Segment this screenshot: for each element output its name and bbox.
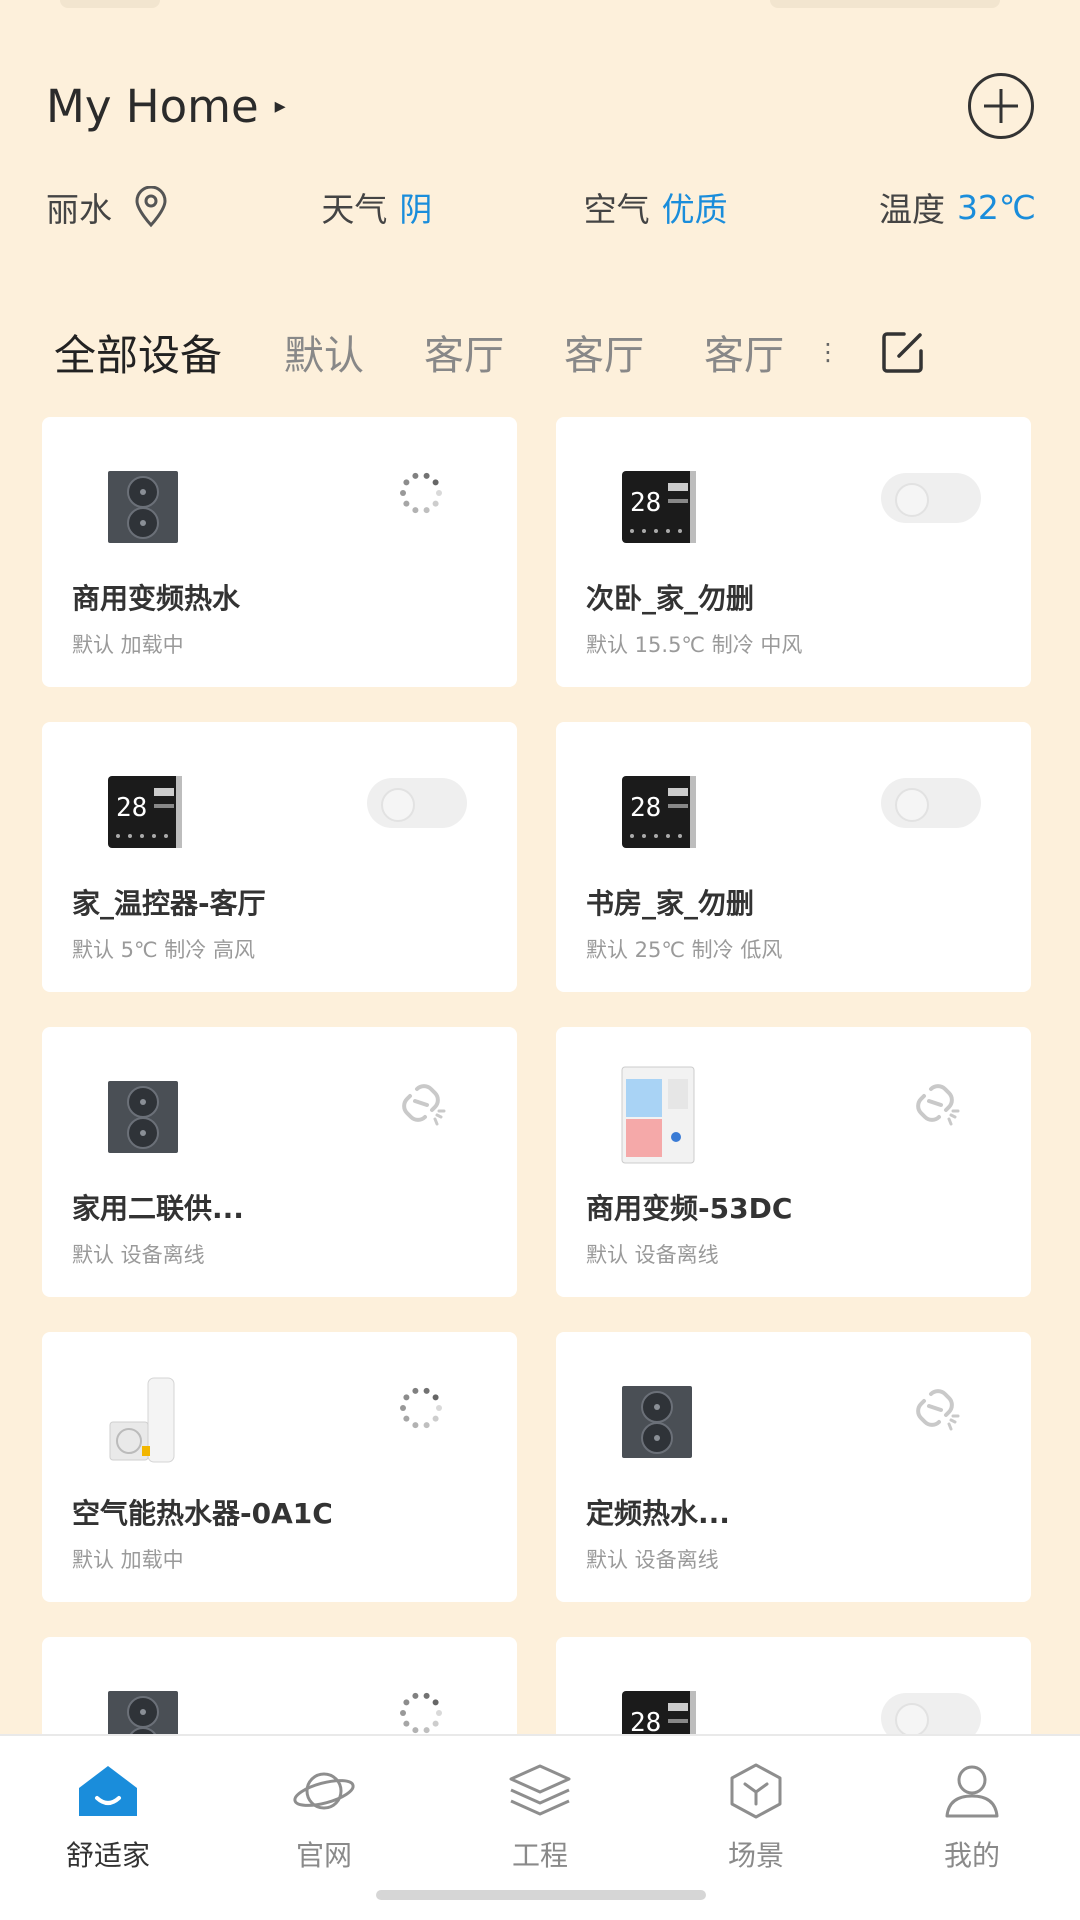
heat-pump-icon (108, 471, 178, 543)
device-name: 商用变频-53DC (586, 1192, 793, 1225)
home-indicator (376, 1890, 706, 1900)
device-card[interactable]: 家用二联供... 默认 设备离线 (42, 1027, 517, 1297)
loading-spinner-icon (400, 1387, 442, 1429)
device-image (104, 1376, 184, 1463)
device-status-text: 默认 加载中 (72, 633, 184, 657)
status-bar-hint (60, 0, 160, 8)
tab-living-room[interactable]: 客厅 (564, 323, 644, 381)
user-icon (939, 1762, 1005, 1820)
device-name: 次卧_家_勿删 (586, 582, 755, 615)
broken-link-icon (402, 1084, 446, 1126)
svg-text:28: 28 (630, 793, 661, 823)
device-image: 28 (618, 467, 698, 547)
home-selector[interactable]: My Home ▸ (46, 80, 286, 133)
layers-icon (507, 1762, 573, 1820)
heat-pump-icon (622, 1386, 692, 1458)
device-status-text: 默认 设备离线 (586, 1548, 719, 1572)
device-status-text: 默认 加载中 (72, 1548, 184, 1572)
caret-right-icon: ▸ (274, 93, 286, 119)
city-label: 丽水 (46, 190, 112, 229)
device-status-text: 默认 设备离线 (586, 1243, 719, 1267)
device-image: 28 (618, 772, 698, 852)
tab-all-devices[interactable]: 全部设备 (54, 322, 222, 383)
thermostat-icon: 28 (108, 776, 182, 848)
temperature-label: 温度 (878, 190, 945, 229)
device-card[interactable]: 28 家_温控器-客厅默认 5℃ 制冷 高风 (42, 722, 517, 992)
device-name: 家用二联供... (72, 1192, 244, 1225)
nav-label: 舒适家 (65, 1839, 150, 1872)
nav-label: 场景 (727, 1839, 784, 1872)
cabinet-unit-icon (621, 1066, 695, 1164)
nav-label: 官网 (295, 1839, 352, 1872)
weather-info: 天气 阴 (321, 183, 432, 231)
location[interactable]: 丽水 (46, 183, 170, 231)
tab-default[interactable]: 默认 (284, 323, 364, 381)
device-name: 商用变频热水 (72, 582, 241, 615)
planet-icon (291, 1762, 357, 1820)
power-toggle[interactable] (367, 778, 467, 828)
location-pin-icon (135, 186, 167, 228)
tab-living-room[interactable]: 客厅 (704, 323, 784, 381)
device-name: 空气能热水器-0A1C (72, 1497, 333, 1530)
loading-spinner-icon (400, 1692, 442, 1734)
svg-text:28: 28 (630, 488, 661, 518)
cube-icon (723, 1762, 789, 1820)
nav-label: 我的 (943, 1839, 1000, 1872)
heat-pump-icon (108, 1081, 178, 1153)
svg-text:28: 28 (116, 793, 147, 823)
device-card[interactable]: 28 次卧_家_勿删默认 15.5℃ 制冷 中风 (556, 417, 1031, 687)
power-toggle[interactable] (881, 778, 981, 828)
device-card[interactable]: 空气能热水器-0A1C 默认 加载中 (42, 1332, 517, 1602)
weather-label: 天气 (321, 190, 388, 229)
edit-icon[interactable] (880, 329, 926, 375)
thermostat-icon: 28 (622, 776, 696, 848)
add-device-button[interactable] (968, 73, 1034, 139)
broken-link-icon (916, 1389, 960, 1431)
loading-spinner-icon (400, 472, 442, 514)
device-card[interactable]: 商用变频-53DC 默认 设备离线 (556, 1027, 1031, 1297)
device-status-text: 默认 5℃ 制冷 高风 (72, 938, 255, 962)
home-icon (75, 1762, 141, 1820)
air-value: 优质 (661, 190, 728, 229)
device-image: 28 (104, 772, 184, 852)
temperature-info: 温度 32℃ (879, 183, 1036, 231)
nav-item-home[interactable]: 舒适家 (28, 1762, 188, 1920)
device-card[interactable]: 定频热水... 默认 设备离线 (556, 1332, 1031, 1602)
device-image (104, 1077, 184, 1157)
home-screen: My Home ▸ 丽水 天气 阴 空气 优质 温度 32℃ 全部设备 默认 客… (0, 0, 1080, 1920)
nav-label: 工程 (511, 1839, 568, 1872)
broken-link-icon (916, 1084, 960, 1126)
power-toggle[interactable] (881, 473, 981, 523)
header: My Home ▸ (46, 66, 1034, 146)
device-card[interactable]: 商用变频热水默认 加载中 (42, 417, 517, 687)
device-name: 书房_家_勿删 (586, 887, 755, 920)
weather-value: 阴 (399, 190, 433, 229)
water-heater-icon (109, 1377, 175, 1463)
status-bar-hint (770, 0, 1000, 8)
thermostat-icon: 28 (622, 471, 696, 543)
device-card[interactable]: 28 书房_家_勿删默认 25℃ 制冷 低风 (556, 722, 1031, 992)
tab-overflow-indicator: ⋮ (816, 338, 841, 366)
air-info: 空气 优质 (584, 183, 728, 231)
air-label: 空气 (583, 190, 650, 229)
device-status-text: 默认 15.5℃ 制冷 中风 (586, 633, 803, 657)
nav-item-user[interactable]: 我的 (892, 1762, 1052, 1920)
temperature-value: 32℃ (956, 187, 1036, 227)
environment-info: 丽水 天气 阴 空气 优质 温度 32℃ (46, 182, 1036, 232)
room-tabs: 全部设备 默认 客厅 客厅 客厅 ⋮ (54, 322, 1040, 382)
device-name: 定频热水... (586, 1497, 730, 1530)
device-image (104, 467, 184, 547)
device-status-text: 默认 设备离线 (72, 1243, 205, 1267)
home-title: My Home (46, 79, 259, 133)
device-image (618, 1065, 698, 1164)
device-image (618, 1382, 698, 1462)
device-name: 家_温控器-客厅 (72, 887, 266, 920)
tab-living-room[interactable]: 客厅 (424, 323, 504, 381)
device-status-text: 默认 25℃ 制冷 低风 (586, 938, 783, 962)
